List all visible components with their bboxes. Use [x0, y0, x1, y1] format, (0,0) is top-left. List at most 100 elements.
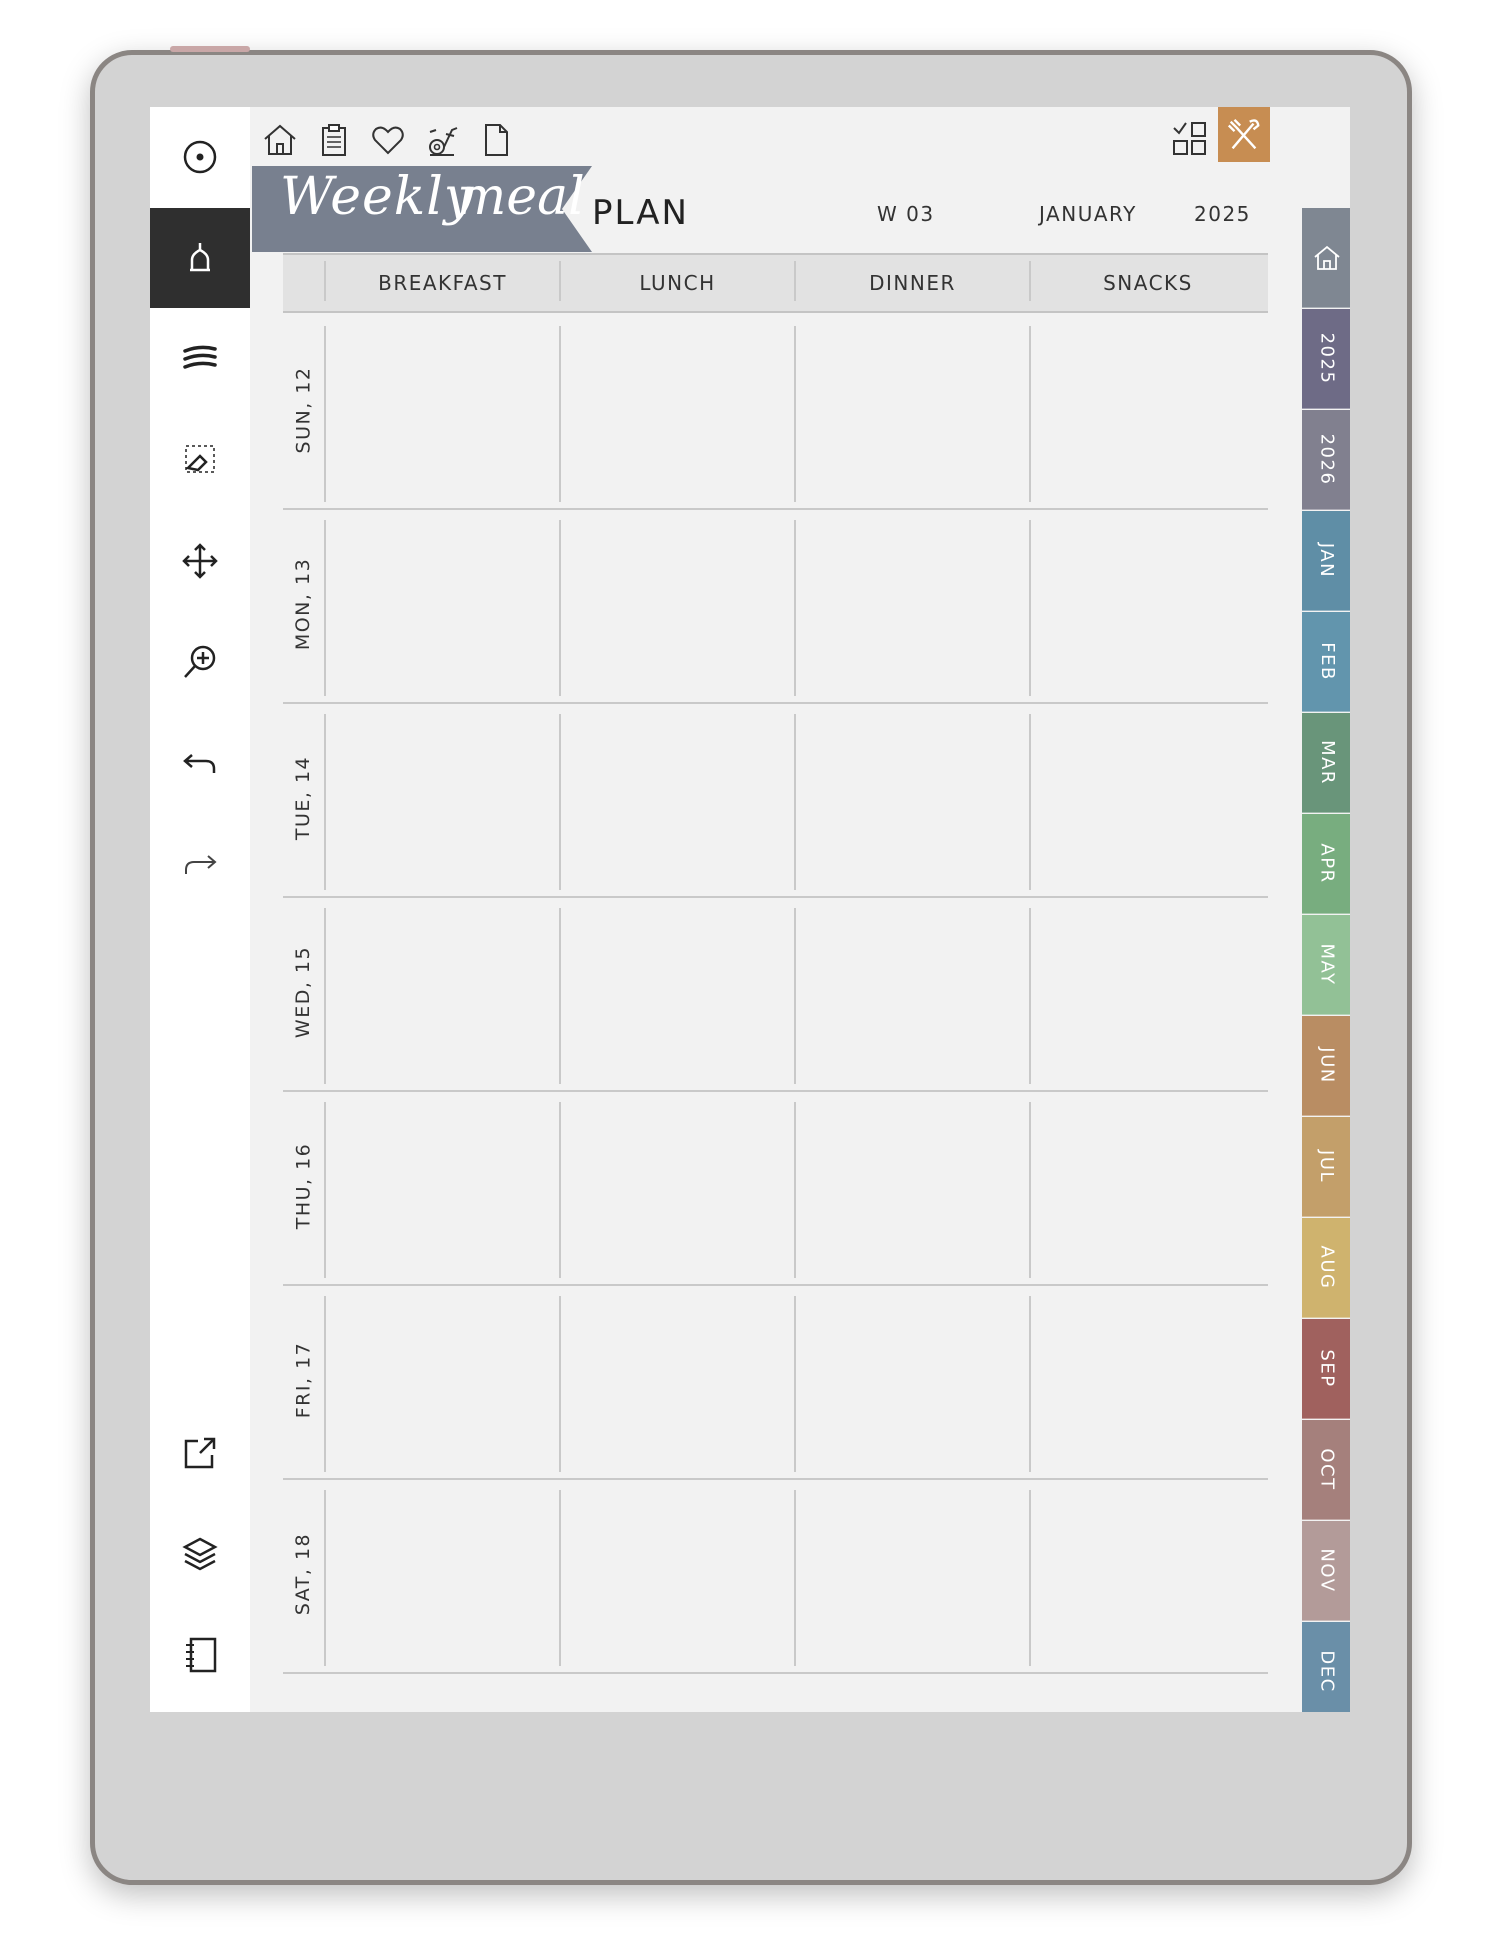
clipboard-icon: [322, 124, 346, 156]
meal-cell-breakfast[interactable]: [326, 1484, 559, 1672]
day-label: SAT, 18: [283, 1482, 323, 1666]
home-icon: [264, 124, 296, 155]
device-button: [170, 46, 250, 52]
tab-jan[interactable]: JAN: [1302, 511, 1350, 611]
meal-cell-snacks[interactable]: [1031, 514, 1264, 702]
column-header-row: BREAKFAST LUNCH DINNER SNACKS: [283, 253, 1268, 313]
meal-cell-lunch[interactable]: [561, 1290, 794, 1478]
tab-jun[interactable]: JUN: [1302, 1016, 1350, 1116]
pen-tool-button[interactable]: [150, 208, 250, 308]
meal-cell-snacks[interactable]: [1031, 902, 1264, 1090]
meal-section-button[interactable]: [1218, 107, 1270, 162]
menu-button[interactable]: [150, 107, 250, 207]
notebook-button[interactable]: [150, 1605, 250, 1705]
tab-dec[interactable]: DEC: [1302, 1622, 1350, 1712]
header-divider: [1029, 261, 1031, 301]
title-script-meal: meal: [457, 167, 585, 227]
tab-label: AUG: [1316, 1245, 1338, 1290]
meal-cell-lunch[interactable]: [561, 320, 794, 508]
meal-cell-breakfast[interactable]: [326, 1096, 559, 1284]
row-divider: [283, 1090, 1268, 1092]
meal-cell-dinner[interactable]: [796, 1096, 1029, 1284]
favorites-nav-button[interactable]: [368, 120, 408, 160]
header-divider: [324, 261, 326, 301]
title-plan: PLAN: [592, 193, 689, 233]
meal-cell-dinner[interactable]: [796, 514, 1029, 702]
meal-cell-snacks[interactable]: [1031, 708, 1264, 896]
meal-cell-lunch[interactable]: [561, 1484, 794, 1672]
column-header-breakfast: BREAKFAST: [378, 271, 507, 295]
tab-label: FEB: [1316, 642, 1338, 681]
tab-home[interactable]: [1302, 208, 1350, 308]
home-nav-button[interactable]: [260, 120, 300, 160]
meal-cell-snacks[interactable]: [1031, 1484, 1264, 1672]
pen-tool-icon: [190, 243, 210, 272]
meal-cell-dinner[interactable]: [796, 708, 1029, 896]
tab-2025[interactable]: 2025: [1302, 309, 1350, 409]
tab-aug[interactable]: AUG: [1302, 1218, 1350, 1318]
meal-cell-lunch[interactable]: [561, 514, 794, 702]
page-nav-button[interactable]: [476, 120, 516, 160]
clipboard-nav-button[interactable]: [314, 120, 354, 160]
eraser-button[interactable]: [150, 410, 250, 510]
tab-label: NOV: [1316, 1548, 1338, 1593]
tab-label: SEP: [1316, 1349, 1338, 1388]
layers-button[interactable]: [150, 1504, 250, 1604]
meal-cell-dinner[interactable]: [796, 1484, 1029, 1672]
highlighter-button[interactable]: [150, 309, 250, 409]
row-divider: [283, 1672, 1268, 1674]
notebook-icon: [186, 1637, 217, 1673]
day-label-text: MON, 13: [292, 557, 315, 651]
meal-cell-lunch[interactable]: [561, 902, 794, 1090]
tab-mar[interactable]: MAR: [1302, 713, 1350, 813]
export-button[interactable]: [150, 1403, 250, 1503]
zoom-button[interactable]: [150, 612, 250, 712]
week-number[interactable]: W 03: [877, 202, 935, 226]
tab-oct[interactable]: OCT: [1302, 1420, 1350, 1520]
meal-cell-dinner[interactable]: [796, 1290, 1029, 1478]
eraser-selection-icon: [185, 445, 215, 473]
row-divider: [283, 508, 1268, 510]
tab-2026[interactable]: 2026: [1302, 410, 1350, 510]
meal-cell-snacks[interactable]: [1031, 1096, 1264, 1284]
month-label[interactable]: JANUARY: [1039, 202, 1137, 226]
meal-cell-snacks[interactable]: [1031, 320, 1264, 508]
day-label: WED, 15: [283, 900, 323, 1084]
meal-cell-breakfast[interactable]: [326, 514, 559, 702]
move-button[interactable]: [150, 511, 250, 611]
row-divider: [283, 1478, 1268, 1480]
tab-apr[interactable]: APR: [1302, 814, 1350, 914]
meal-cell-snacks[interactable]: [1031, 1290, 1264, 1478]
row-divider: [283, 1284, 1268, 1286]
redo-button[interactable]: [150, 814, 250, 914]
grid-view-button[interactable]: [1170, 119, 1210, 159]
fitness-nav-button[interactable]: [422, 120, 462, 160]
move-icon: [182, 543, 218, 579]
meal-cell-dinner[interactable]: [796, 320, 1029, 508]
top-nav: [260, 115, 516, 165]
tab-feb[interactable]: FEB: [1302, 612, 1350, 712]
tab-label: JAN: [1316, 542, 1338, 579]
meal-cell-dinner[interactable]: [796, 902, 1029, 1090]
tab-sep[interactable]: SEP: [1302, 1319, 1350, 1419]
tab-may[interactable]: MAY: [1302, 915, 1350, 1015]
year-label[interactable]: 2025: [1194, 202, 1251, 226]
meal-cell-breakfast[interactable]: [326, 902, 559, 1090]
tab-label: 2026: [1316, 433, 1338, 486]
day-label-text: SUN, 12: [292, 366, 314, 454]
undo-button[interactable]: [150, 713, 250, 813]
day-label: TUE, 14: [283, 706, 323, 890]
redo-icon: [185, 855, 217, 874]
export-icon: [184, 1437, 216, 1469]
cutlery-icon: [1227, 118, 1260, 149]
meal-cell-breakfast[interactable]: [326, 1290, 559, 1478]
day-label-text: SAT, 18: [292, 1532, 314, 1616]
meal-cell-lunch[interactable]: [561, 1096, 794, 1284]
tab-jul[interactable]: JUL: [1302, 1117, 1350, 1217]
meal-cell-breakfast[interactable]: [326, 708, 559, 896]
tab-nov[interactable]: NOV: [1302, 1521, 1350, 1621]
tab-label: DEC: [1316, 1650, 1338, 1693]
meal-cell-breakfast[interactable]: [326, 320, 559, 508]
day-label: SUN, 12: [283, 318, 323, 502]
meal-cell-lunch[interactable]: [561, 708, 794, 896]
